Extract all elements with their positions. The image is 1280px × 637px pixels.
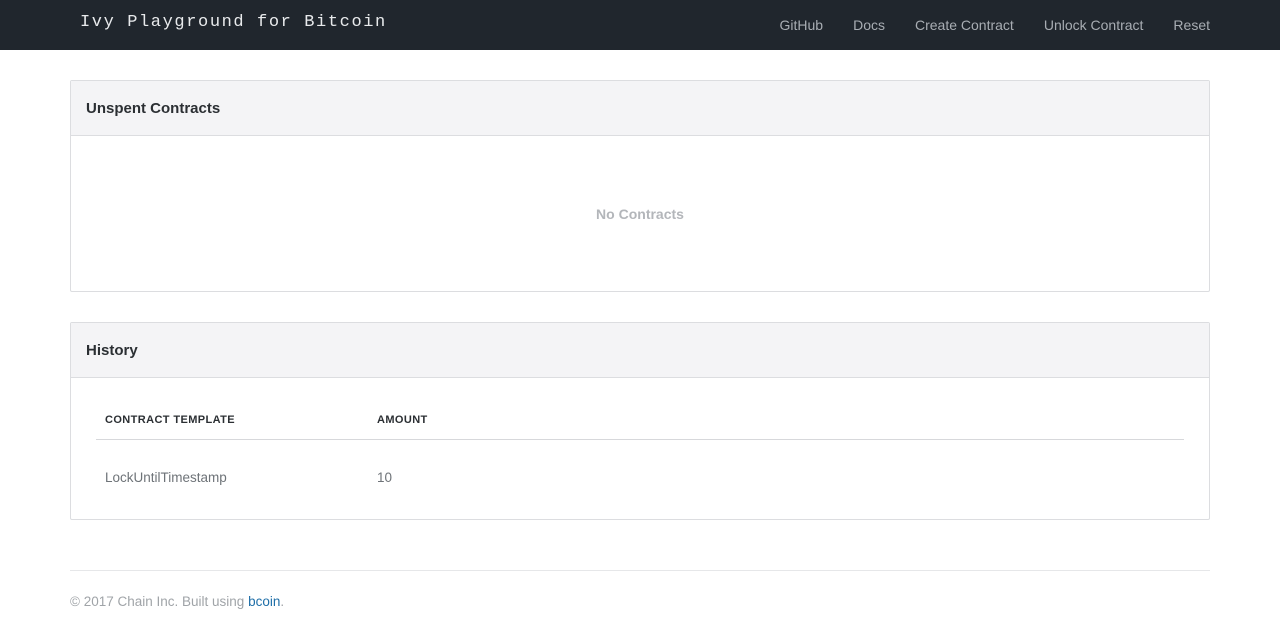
footer-period: . bbox=[280, 594, 285, 609]
bcoin-link[interactable]: bcoin bbox=[248, 594, 280, 609]
unspent-contracts-heading: Unspent Contracts bbox=[71, 81, 1209, 136]
column-header-amount: AMOUNT bbox=[377, 414, 428, 426]
footer-divider bbox=[70, 570, 1210, 571]
history-panel: History CONTRACT TEMPLATE AMOUNT LockUnt… bbox=[70, 322, 1210, 520]
nav-link-create-contract[interactable]: Create Contract bbox=[915, 17, 1014, 33]
cell-contract-template: LockUntilTimestamp bbox=[105, 470, 227, 485]
top-navbar: Ivy Playground for Bitcoin GitHub Docs C… bbox=[0, 0, 1280, 50]
nav-link-github[interactable]: GitHub bbox=[780, 17, 824, 33]
nav-links: GitHub Docs Create Contract Unlock Contr… bbox=[780, 0, 1210, 50]
table-header-row: CONTRACT TEMPLATE AMOUNT bbox=[96, 378, 1184, 440]
footer-copyright: © 2017 Chain Inc. Built using bbox=[70, 594, 249, 609]
footer: © 2017 Chain Inc. Built using bcoin. bbox=[70, 594, 284, 609]
nav-link-unlock-contract[interactable]: Unlock Contract bbox=[1044, 17, 1144, 33]
unspent-contracts-panel: Unspent Contracts No Contracts bbox=[70, 80, 1210, 292]
table-row: LockUntilTimestamp 10 bbox=[96, 440, 1184, 516]
nav-link-docs[interactable]: Docs bbox=[853, 17, 885, 33]
no-contracts-message: No Contracts bbox=[596, 205, 684, 222]
nav-link-reset[interactable]: Reset bbox=[1173, 17, 1210, 33]
cell-amount: 10 bbox=[377, 470, 393, 485]
history-table: CONTRACT TEMPLATE AMOUNT LockUntilTimest… bbox=[71, 378, 1209, 516]
brand-title[interactable]: Ivy Playground for Bitcoin bbox=[80, 13, 387, 32]
history-heading: History bbox=[71, 323, 1209, 378]
column-header-contract-template: CONTRACT TEMPLATE bbox=[105, 414, 236, 426]
